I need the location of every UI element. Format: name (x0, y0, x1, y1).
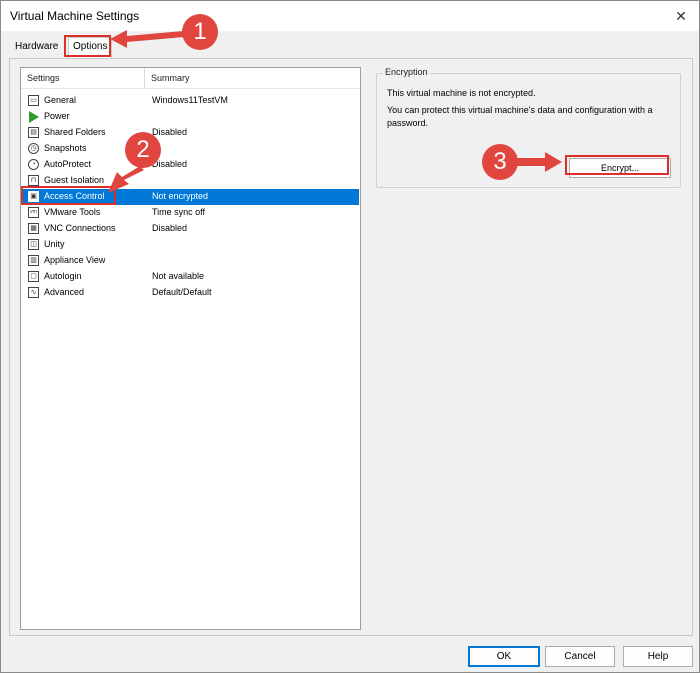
step-2-badge: 2 (125, 132, 161, 168)
step-3-badge: 3 (482, 144, 518, 180)
arrow-2-icon (108, 166, 144, 193)
annotation-arrows (108, 30, 562, 193)
arrow-3-icon (516, 152, 562, 172)
step-1-badge: 1 (182, 14, 218, 50)
arrow-1-icon (110, 30, 184, 48)
